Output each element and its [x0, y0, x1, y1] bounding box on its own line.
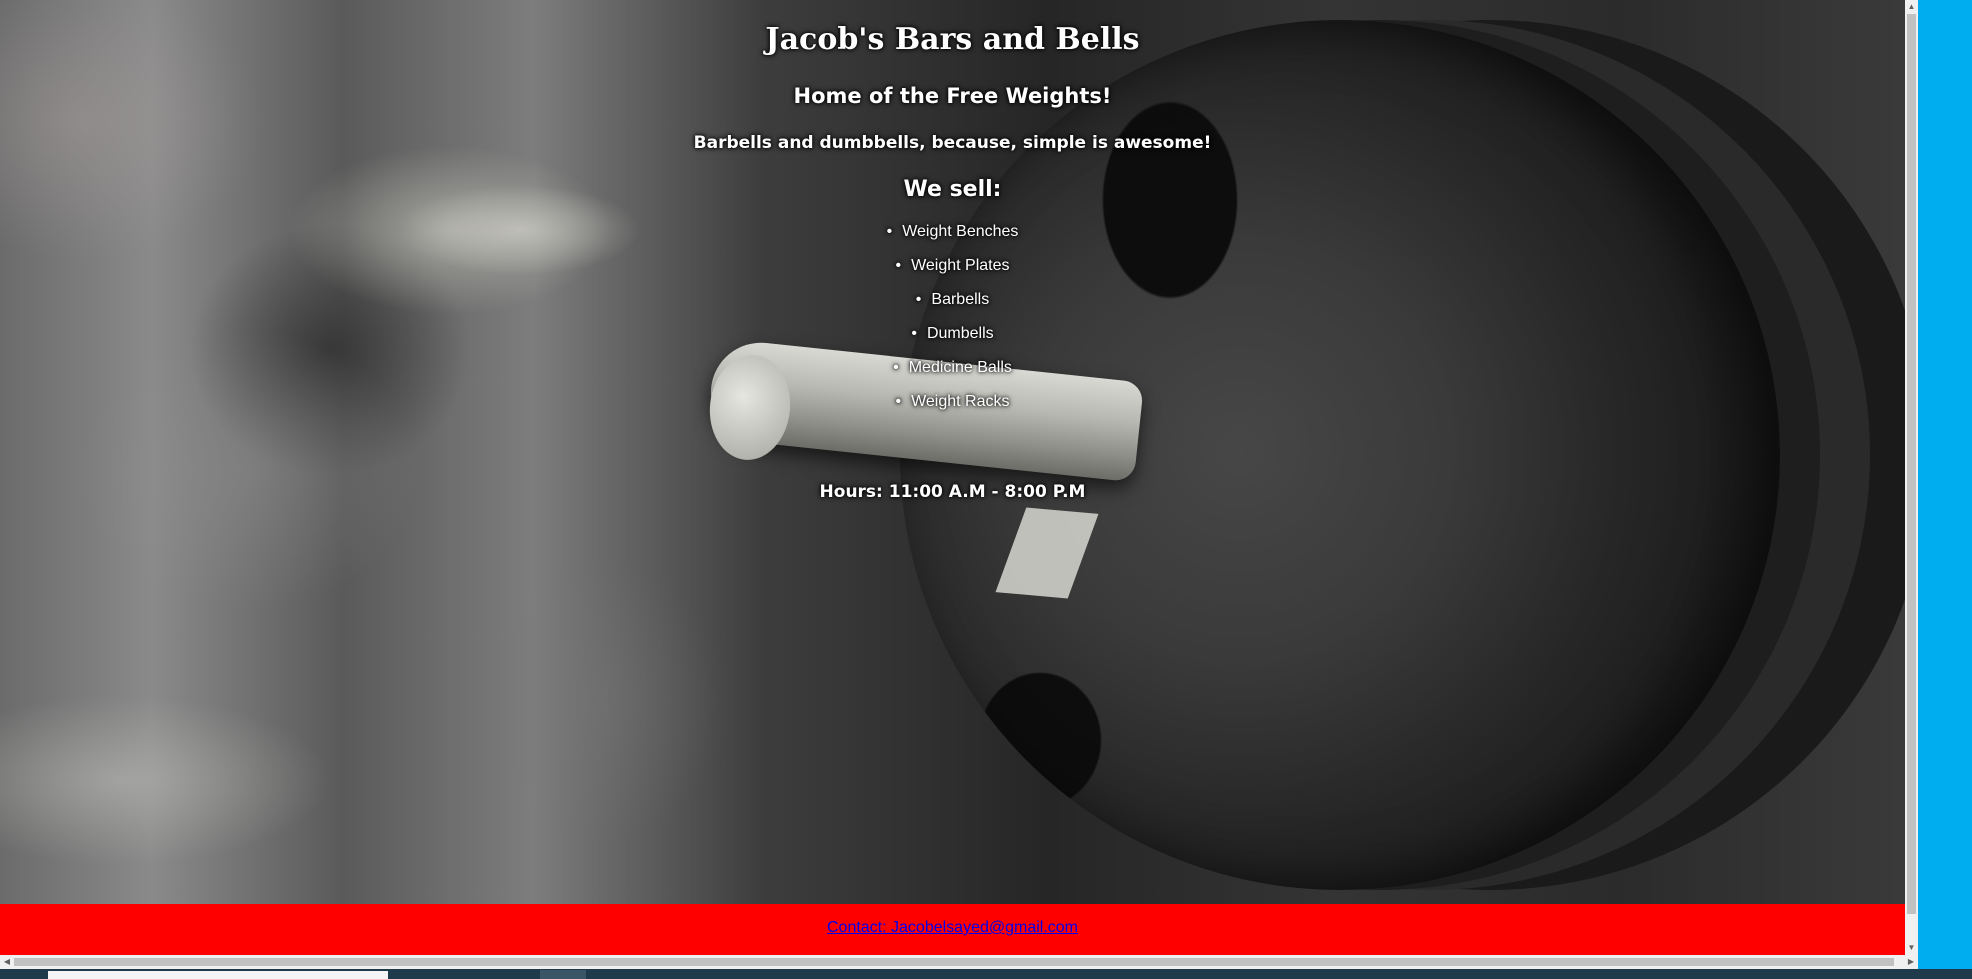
tagline: Home of the Free Weights! [793, 84, 1112, 108]
subtagline: Barbells and dumbbells, because, simple … [693, 133, 1212, 153]
scroll-left-icon[interactable]: ◀ [0, 955, 14, 969]
list-item: • Barbells [0, 290, 1905, 324]
taskbar-search-box[interactable] [48, 971, 388, 979]
hours-text: Hours: 11:00 A.M - 8:00 P.M [819, 482, 1086, 502]
contact-email-link[interactable]: Contact: Jacobelsayed@gmail.com [827, 919, 1078, 937]
site-title: Jacob's Bars and Bells [765, 22, 1140, 57]
product-label: Dumbells [926, 325, 994, 342]
product-label: Medicine Balls [908, 359, 1012, 376]
taskbar-app-icon[interactable] [540, 970, 586, 979]
product-list: • Weight Benches • Weight Plates • Barbells… [0, 222, 1905, 426]
main-content: Jacob's Bars and Bells Home of the Free … [0, 0, 1905, 904]
bullet-icon: • [895, 393, 902, 410]
vertical-scrollbar[interactable]: ▲ ▼ [1905, 0, 1918, 955]
vertical-scroll-thumb[interactable] [1907, 14, 1916, 914]
bullet-icon: • [886, 223, 893, 240]
bullet-icon: • [893, 359, 899, 376]
bullet-icon: • [895, 257, 902, 274]
product-label: Weight Plates [911, 257, 1010, 274]
product-label: Weight Racks [911, 393, 1010, 410]
scroll-down-icon[interactable]: ▼ [1905, 941, 1918, 955]
side-panel [1918, 0, 1972, 972]
taskbar [0, 969, 1972, 979]
bullet-icon: • [911, 325, 917, 342]
we-sell-heading: We sell: [903, 177, 1002, 202]
list-item: • Medicine Balls [0, 358, 1905, 392]
horizontal-scrollbar[interactable]: ◀ ▶ [0, 955, 1918, 969]
horizontal-scroll-thumb[interactable] [14, 958, 1894, 966]
list-item: • Weight Benches [0, 222, 1905, 256]
list-item: • Weight Racks [0, 392, 1905, 426]
footer-bar: Contact: Jacobelsayed@gmail.com [0, 904, 1905, 955]
list-item: • Weight Plates [0, 256, 1905, 290]
list-item: • Dumbells [0, 324, 1905, 358]
scroll-right-icon[interactable]: ▶ [1904, 955, 1918, 969]
product-label: Weight Benches [902, 223, 1019, 240]
product-label: Barbells [931, 291, 990, 308]
bullet-icon: • [915, 291, 922, 308]
browser-viewport: Jacob's Bars and Bells Home of the Free … [0, 0, 1905, 955]
scroll-up-icon[interactable]: ▲ [1905, 0, 1918, 14]
